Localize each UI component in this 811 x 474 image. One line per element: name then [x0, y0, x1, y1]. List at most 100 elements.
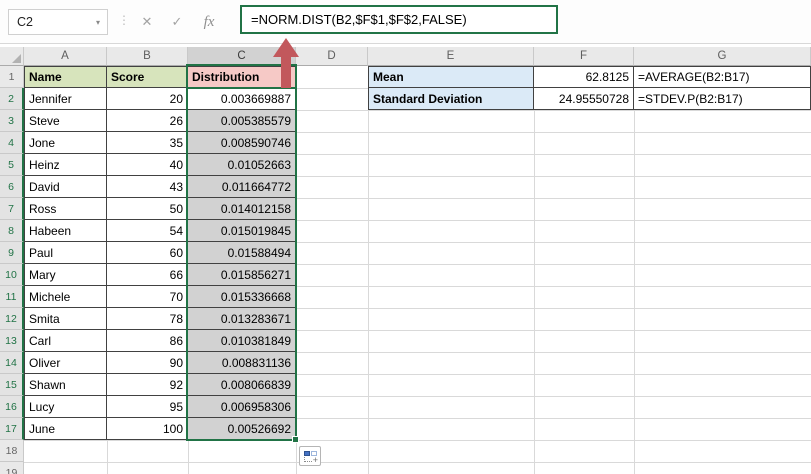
column-header-B[interactable]: B	[107, 47, 188, 66]
row-header-16[interactable]: 16	[0, 396, 24, 418]
cell-C8[interactable]: 0.015019845	[188, 220, 296, 242]
cell-A9[interactable]: Paul	[24, 242, 107, 264]
row-header-2[interactable]: 2	[0, 88, 24, 110]
cell-C13[interactable]: 0.010381849	[188, 330, 296, 352]
cell-B9[interactable]: 60	[107, 242, 188, 264]
cell-C10[interactable]: 0.015856271	[188, 264, 296, 286]
row-header-13[interactable]: 13	[0, 330, 24, 352]
fill-handle[interactable]	[292, 436, 299, 443]
formula-bar-strip: C2 ▾ ⋮ ✕ ✓ fx =NORM.DIST(B2,$F$1,$F$2,FA…	[0, 0, 811, 44]
cell-C9[interactable]: 0.01588494	[188, 242, 296, 264]
select-all-corner[interactable]	[0, 47, 24, 66]
row-header-9[interactable]: 9	[0, 242, 24, 264]
cell-F1[interactable]: 62.8125	[534, 66, 634, 88]
cancel-icon[interactable]: ✕	[135, 10, 159, 34]
row-header-17[interactable]: 17	[0, 418, 24, 440]
insert-function-icon[interactable]: fx	[197, 10, 221, 34]
cell-B16[interactable]: 95	[107, 396, 188, 418]
row-header-15[interactable]: 15	[0, 374, 24, 396]
cell-C1[interactable]: Distribution	[188, 66, 296, 88]
name-box-dropdown-icon[interactable]: ▾	[96, 18, 107, 27]
name-box[interactable]: C2 ▾	[8, 9, 108, 35]
cell-B7[interactable]: 50	[107, 198, 188, 220]
cell-A11[interactable]: Michele	[24, 286, 107, 308]
row-header-14[interactable]: 14	[0, 352, 24, 374]
cell-B8[interactable]: 54	[107, 220, 188, 242]
row-header-10[interactable]: 10	[0, 264, 24, 286]
row-header-3[interactable]: 3	[0, 110, 24, 132]
cell-A17[interactable]: June	[24, 418, 107, 440]
cell-A5[interactable]: Heinz	[24, 154, 107, 176]
row-header-12[interactable]: 12	[0, 308, 24, 330]
row-header-19[interactable]: 19	[0, 462, 24, 474]
gridline-vertical	[368, 66, 369, 474]
cell-B1[interactable]: Score	[107, 66, 188, 88]
cell-C3[interactable]: 0.005385579	[188, 110, 296, 132]
cell-B11[interactable]: 70	[107, 286, 188, 308]
cell-E2[interactable]: Standard Deviation	[368, 88, 534, 110]
formula-bar-separator-icon: ⋮	[118, 13, 130, 27]
row-header-5[interactable]: 5	[0, 154, 24, 176]
name-box-value: C2	[17, 15, 33, 29]
enter-icon[interactable]: ✓	[165, 10, 189, 34]
cell-A12[interactable]: Smita	[24, 308, 107, 330]
cell-C6[interactable]: 0.011664772	[188, 176, 296, 198]
cell-B13[interactable]: 86	[107, 330, 188, 352]
cell-B4[interactable]: 35	[107, 132, 188, 154]
cell-A16[interactable]: Lucy	[24, 396, 107, 418]
row-header-1[interactable]: 1	[0, 66, 24, 88]
autofill-options-button[interactable]: +	[299, 446, 321, 466]
cell-A2[interactable]: Jennifer	[24, 88, 107, 110]
autofill-dotted-icon	[304, 457, 312, 462]
cell-C11[interactable]: 0.015336668	[188, 286, 296, 308]
cell-A15[interactable]: Shawn	[24, 374, 107, 396]
column-header-G[interactable]: G	[634, 47, 811, 66]
cell-C7[interactable]: 0.014012158	[188, 198, 296, 220]
cell-B15[interactable]: 92	[107, 374, 188, 396]
column-header-C[interactable]: C	[188, 47, 296, 66]
row-header-4[interactable]: 4	[0, 132, 24, 154]
cell-C14[interactable]: 0.008831136	[188, 352, 296, 374]
cell-A13[interactable]: Carl	[24, 330, 107, 352]
column-header-D[interactable]: D	[296, 47, 368, 66]
cell-C4[interactable]: 0.008590746	[188, 132, 296, 154]
cell-A1[interactable]: Name	[24, 66, 107, 88]
row-header-8[interactable]: 8	[0, 220, 24, 242]
column-header-F[interactable]: F	[534, 47, 634, 66]
cell-C2[interactable]: 0.003669887	[188, 88, 296, 110]
cell-F2[interactable]: 24.95550728	[534, 88, 634, 110]
formula-highlight-box: =NORM.DIST(B2,$F$1,$F$2,FALSE)	[240, 5, 558, 34]
cell-B17[interactable]: 100	[107, 418, 188, 440]
row-header-11[interactable]: 11	[0, 286, 24, 308]
cell-B10[interactable]: 66	[107, 264, 188, 286]
cell-B3[interactable]: 26	[107, 110, 188, 132]
cell-G2[interactable]: =STDEV.P(B2:B17)	[634, 88, 811, 110]
cell-B6[interactable]: 43	[107, 176, 188, 198]
cell-C15[interactable]: 0.008066839	[188, 374, 296, 396]
column-header-E[interactable]: E	[368, 47, 534, 66]
gridline-vertical	[296, 66, 297, 474]
cell-A14[interactable]: Oliver	[24, 352, 107, 374]
cell-C12[interactable]: 0.013283671	[188, 308, 296, 330]
cell-C5[interactable]: 0.01052663	[188, 154, 296, 176]
autofill-plus-icon: +	[312, 455, 318, 465]
cell-A4[interactable]: Jone	[24, 132, 107, 154]
formula-input[interactable]: =NORM.DIST(B2,$F$1,$F$2,FALSE)	[242, 12, 467, 27]
cell-B14[interactable]: 90	[107, 352, 188, 374]
row-header-18[interactable]: 18	[0, 440, 24, 462]
row-header-6[interactable]: 6	[0, 176, 24, 198]
cell-A7[interactable]: Ross	[24, 198, 107, 220]
cell-G1[interactable]: =AVERAGE(B2:B17)	[634, 66, 811, 88]
cell-A6[interactable]: David	[24, 176, 107, 198]
cell-B12[interactable]: 78	[107, 308, 188, 330]
cell-A10[interactable]: Mary	[24, 264, 107, 286]
cell-E1[interactable]: Mean	[368, 66, 534, 88]
row-header-7[interactable]: 7	[0, 198, 24, 220]
cell-C17[interactable]: 0.00526692	[188, 418, 296, 440]
cell-A3[interactable]: Steve	[24, 110, 107, 132]
cell-B2[interactable]: 20	[107, 88, 188, 110]
cell-C16[interactable]: 0.006958306	[188, 396, 296, 418]
cell-B5[interactable]: 40	[107, 154, 188, 176]
cell-A8[interactable]: Habeen	[24, 220, 107, 242]
column-header-A[interactable]: A	[24, 47, 107, 66]
